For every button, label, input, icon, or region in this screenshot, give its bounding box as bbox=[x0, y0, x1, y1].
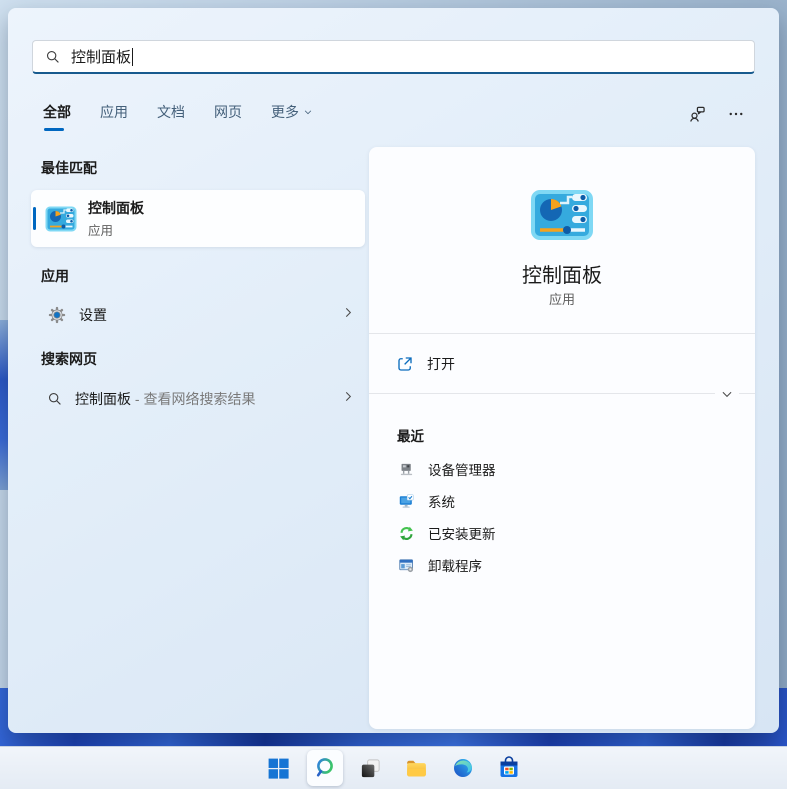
detail-app-type: 应用 bbox=[369, 289, 755, 308]
recent-item-label: 卸载程序 bbox=[428, 555, 482, 575]
uninstall-program-icon bbox=[397, 557, 415, 574]
selection-accent-bar bbox=[33, 207, 36, 230]
recent-item-installed-updates[interactable]: 已安装更新 bbox=[381, 517, 743, 549]
detail-pane: 控制面板 应用 打开 最近 bbox=[369, 147, 755, 729]
chevron-right-icon[interactable] bbox=[341, 390, 355, 409]
result-settings[interactable]: 设置 bbox=[31, 296, 365, 334]
recent-item-label: 设备管理器 bbox=[428, 459, 496, 479]
text-caret bbox=[132, 48, 133, 66]
collapse-chevron-icon[interactable] bbox=[715, 385, 739, 403]
recent-item-label: 已安装更新 bbox=[428, 523, 496, 543]
tab-documents[interactable]: 文档 bbox=[157, 102, 185, 131]
search-taskbar-icon bbox=[313, 756, 337, 780]
search-icon bbox=[45, 49, 61, 65]
open-external-icon bbox=[396, 355, 414, 373]
taskbar-task-view-button[interactable] bbox=[353, 750, 389, 786]
recent-item-label: 系统 bbox=[428, 491, 455, 511]
best-match-header: 最佳匹配 bbox=[41, 158, 97, 178]
tab-web[interactable]: 网页 bbox=[214, 102, 242, 131]
control-panel-icon-large bbox=[530, 183, 594, 247]
system-monitor-icon bbox=[397, 493, 415, 510]
recent-item-device-manager[interactable]: 设备管理器 bbox=[381, 453, 743, 485]
recent-item-system[interactable]: 系统 bbox=[381, 485, 743, 517]
edge-browser-icon bbox=[451, 756, 475, 780]
taskbar-start-button[interactable] bbox=[261, 750, 297, 786]
recent-header: 最近 bbox=[397, 425, 424, 445]
result-web-search[interactable]: 控制面板 - 查看网络搜索结果 bbox=[31, 380, 365, 418]
installed-updates-icon bbox=[397, 525, 415, 542]
divider bbox=[369, 333, 755, 334]
best-match-item[interactable]: 控制面板 应用 bbox=[31, 190, 365, 247]
best-match-title: 控制面板 bbox=[88, 198, 144, 218]
tab-apps[interactable]: 应用 bbox=[100, 102, 128, 131]
best-match-subtitle: 应用 bbox=[88, 220, 144, 239]
divider bbox=[369, 393, 755, 394]
device-manager-icon bbox=[397, 461, 415, 478]
taskbar-search-button[interactable] bbox=[307, 750, 343, 786]
open-action[interactable]: 打开 bbox=[369, 343, 755, 385]
search-icon bbox=[47, 391, 63, 407]
open-action-label: 打开 bbox=[427, 354, 455, 374]
taskbar bbox=[0, 746, 787, 789]
taskbar-edge-button[interactable] bbox=[445, 750, 481, 786]
result-web-search-label: 控制面板 - 查看网络搜索结果 bbox=[75, 389, 255, 409]
search-header-icons bbox=[687, 104, 745, 124]
search-query-text: 控制面板 bbox=[71, 46, 131, 67]
search-flyout-panel: 控制面板 全部 应用 文档 网页 更多 最佳匹配 bbox=[8, 8, 779, 733]
chevron-down-icon bbox=[303, 107, 313, 117]
gear-icon bbox=[47, 305, 67, 325]
recent-item-uninstall-program[interactable]: 卸载程序 bbox=[381, 549, 743, 581]
taskbar-file-explorer-button[interactable] bbox=[399, 750, 435, 786]
tab-more[interactable]: 更多 bbox=[271, 102, 313, 131]
task-view-icon bbox=[359, 757, 382, 780]
control-panel-icon bbox=[45, 203, 77, 235]
file-explorer-icon bbox=[404, 756, 429, 781]
more-options-icon[interactable] bbox=[727, 105, 745, 123]
account-feedback-icon[interactable] bbox=[687, 104, 707, 124]
search-input[interactable]: 控制面板 bbox=[32, 40, 755, 74]
search-tabs: 全部 应用 文档 网页 更多 bbox=[43, 102, 313, 131]
result-settings-label: 设置 bbox=[79, 305, 107, 325]
web-section-header: 搜索网页 bbox=[41, 349, 97, 369]
tab-all[interactable]: 全部 bbox=[43, 102, 71, 131]
taskbar-store-button[interactable] bbox=[491, 750, 527, 786]
chevron-right-icon[interactable] bbox=[341, 306, 355, 325]
microsoft-store-icon bbox=[497, 756, 521, 780]
apps-section-header: 应用 bbox=[41, 266, 69, 286]
windows-logo-icon bbox=[266, 756, 291, 781]
detail-app-title: 控制面板 bbox=[369, 259, 755, 288]
